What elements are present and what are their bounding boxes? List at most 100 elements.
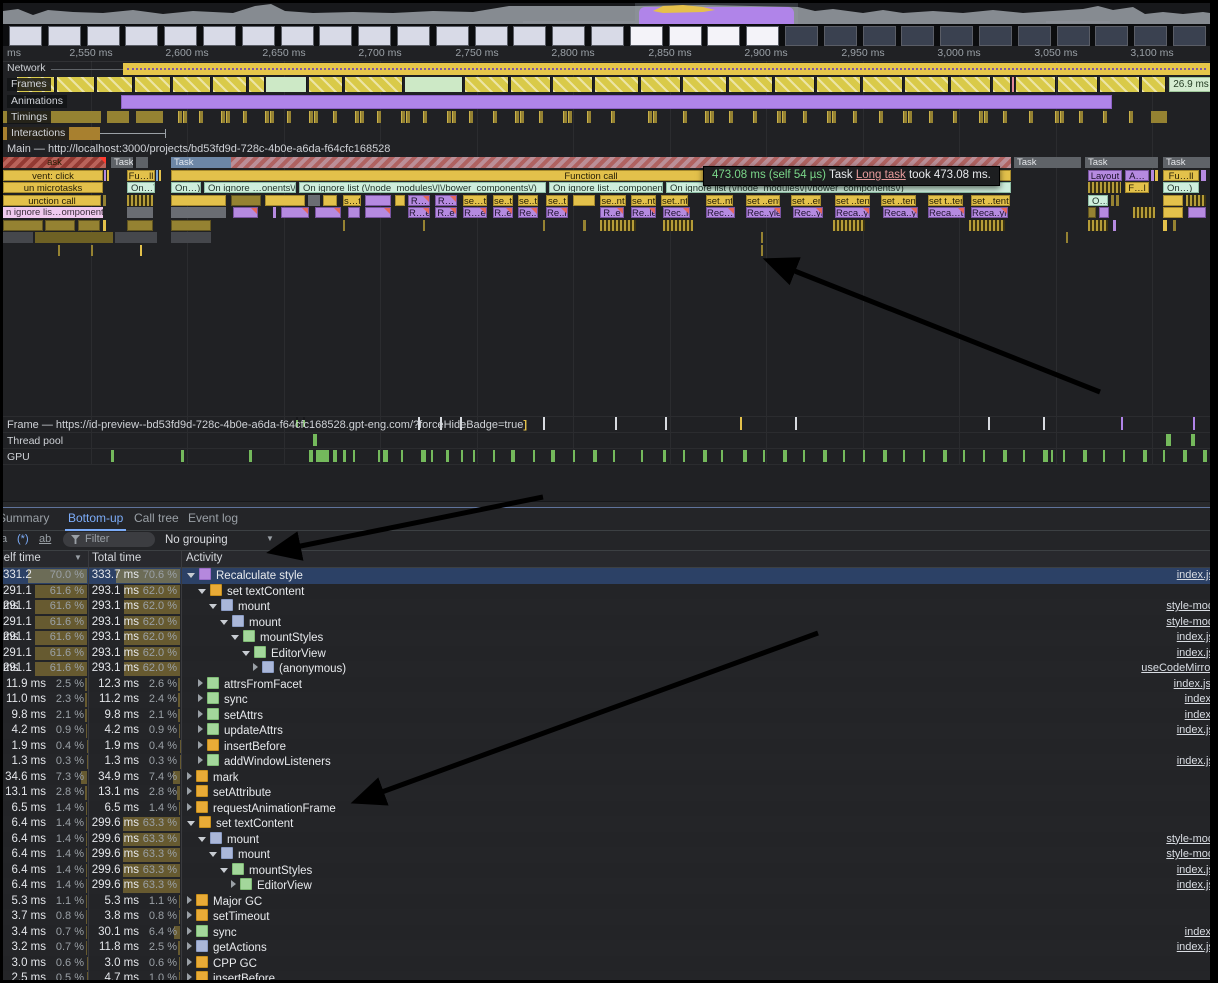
flame-bar[interactable] bbox=[1088, 182, 1121, 193]
gpu-bar[interactable] bbox=[683, 450, 685, 462]
gpu-bar[interactable] bbox=[783, 450, 787, 462]
timing-tick[interactable] bbox=[406, 111, 410, 123]
table-row[interactable]: 3.2 ms0.7 %11.8 ms2.5 %getActionsindex.j… bbox=[3, 940, 1210, 956]
timing-tick[interactable] bbox=[452, 111, 456, 123]
flame-bar[interactable] bbox=[1163, 207, 1183, 218]
gpu-bar[interactable] bbox=[641, 450, 643, 462]
timing-tick[interactable] bbox=[1055, 111, 1059, 123]
flame-bar[interactable] bbox=[78, 220, 100, 231]
table-row[interactable]: 331.2 ms70.0 %333.7 ms70.6 %Recalculate … bbox=[3, 568, 1210, 584]
tab-call-tree[interactable]: Call tree bbox=[131, 508, 182, 529]
collapse-triangle-icon[interactable] bbox=[198, 837, 206, 842]
flame-bar[interactable] bbox=[323, 195, 337, 206]
frame-cell[interactable] bbox=[683, 77, 727, 92]
source-location-link[interactable]: style-mod bbox=[1166, 615, 1210, 631]
sort-caret-icon[interactable]: ▼ bbox=[74, 553, 82, 562]
flame-bar[interactable]: Reca..yle bbox=[835, 207, 870, 218]
expand-triangle-icon[interactable] bbox=[187, 942, 192, 950]
timing-tick[interactable] bbox=[265, 111, 269, 123]
expand-triangle-icon[interactable] bbox=[187, 958, 192, 966]
screenshot-thumbnail[interactable] bbox=[785, 26, 818, 46]
expand-triangle-icon[interactable] bbox=[187, 927, 192, 935]
gpu-bar[interactable] bbox=[1123, 450, 1125, 462]
flame-bar[interactable] bbox=[1188, 207, 1206, 218]
timing-tick[interactable] bbox=[1060, 111, 1064, 123]
flame-bar[interactable] bbox=[315, 207, 341, 218]
column-divider[interactable] bbox=[181, 551, 182, 980]
screenshot-thumbnail[interactable] bbox=[48, 26, 81, 46]
flame-bar[interactable]: Rec..yle bbox=[793, 207, 823, 218]
gpu-bar[interactable] bbox=[1063, 450, 1065, 462]
flame-bar[interactable] bbox=[1111, 195, 1114, 206]
flame-bar[interactable] bbox=[833, 220, 865, 231]
flame-bar[interactable]: Rec..yle bbox=[746, 207, 781, 218]
frame-cell[interactable] bbox=[641, 77, 681, 92]
frame-cell[interactable] bbox=[465, 77, 509, 92]
frame-cell[interactable] bbox=[511, 77, 551, 92]
flame-bar[interactable]: Fu…ll bbox=[1163, 170, 1199, 181]
frames-track[interactable]: 26.9 ms bbox=[3, 77, 1210, 92]
gpu-bar[interactable] bbox=[343, 450, 346, 462]
flame-bar[interactable] bbox=[91, 245, 93, 256]
timing-tick[interactable] bbox=[753, 111, 757, 123]
flame-bar[interactable]: Task bbox=[111, 157, 133, 168]
flame-bar[interactable] bbox=[281, 207, 309, 218]
gpu-bar[interactable] bbox=[983, 450, 985, 462]
flame-bar[interactable] bbox=[663, 220, 693, 231]
collapse-triangle-icon[interactable] bbox=[187, 573, 195, 578]
timings-track-label[interactable]: Timings bbox=[7, 111, 51, 124]
flame-bar[interactable]: R..e bbox=[600, 207, 624, 218]
flame-bar[interactable] bbox=[573, 195, 595, 206]
frame-cell[interactable] bbox=[595, 77, 639, 92]
timing-tick[interactable] bbox=[611, 111, 615, 123]
timing-tick[interactable] bbox=[777, 111, 781, 123]
flame-bar[interactable]: se..nt bbox=[631, 195, 656, 206]
flame-bar[interactable] bbox=[600, 220, 636, 231]
flame-bar[interactable]: On…) bbox=[127, 182, 155, 193]
flame-bar[interactable]: Rec…le bbox=[706, 207, 735, 218]
gpu-bar[interactable] bbox=[431, 450, 433, 462]
timing-tick[interactable] bbox=[401, 111, 405, 123]
grouping-select[interactable]: No grouping bbox=[165, 534, 228, 546]
source-location-link[interactable]: useCodeMirror bbox=[1141, 661, 1210, 677]
screenshot-thumbnail[interactable] bbox=[513, 26, 546, 46]
flame-bar[interactable] bbox=[1163, 220, 1167, 231]
flame-bar[interactable]: unction call bbox=[3, 195, 101, 206]
table-row[interactable]: 291.1 ms61.6 %293.1 ms62.0 %mountStylesi… bbox=[3, 630, 1210, 646]
source-location-link[interactable]: index. bbox=[1185, 925, 1210, 941]
source-location-link[interactable]: index.js: bbox=[1174, 677, 1210, 693]
flame-bar[interactable]: R… bbox=[408, 195, 430, 206]
collapse-triangle-icon[interactable] bbox=[198, 589, 206, 594]
gpu-bar[interactable] bbox=[923, 450, 925, 462]
flame-bar[interactable]: set ..tent bbox=[971, 195, 1010, 206]
timing-tick[interactable] bbox=[178, 111, 182, 123]
table-row[interactable]: 1.9 ms0.4 %1.9 ms0.4 %insertBefore bbox=[3, 739, 1210, 755]
timing-tick[interactable] bbox=[493, 111, 497, 123]
collapse-triangle-icon[interactable] bbox=[187, 821, 195, 826]
flame-bar[interactable] bbox=[1133, 207, 1155, 218]
timing-tick[interactable] bbox=[903, 111, 907, 123]
flame-bar[interactable] bbox=[1163, 195, 1183, 206]
table-row[interactable]: 6.4 ms1.4 %299.6 ms63.3 %set textContent bbox=[3, 816, 1210, 832]
screenshot-thumbnail[interactable] bbox=[125, 26, 158, 46]
grouping-caret-icon[interactable]: ▼ bbox=[266, 534, 274, 543]
flame-bar[interactable]: set t..tent bbox=[928, 195, 963, 206]
table-row[interactable]: 6.4 ms1.4 %299.6 ms63.3 %EditorViewindex… bbox=[3, 878, 1210, 894]
timing-tick[interactable] bbox=[1103, 111, 1107, 123]
filter-input[interactable]: Filter bbox=[63, 532, 155, 547]
frame-cell[interactable] bbox=[1016, 77, 1056, 92]
table-row[interactable]: 3.0 ms0.6 %3.0 ms0.6 %CPP GC bbox=[3, 956, 1210, 972]
gpu-bar[interactable] bbox=[446, 450, 449, 462]
flame-bar[interactable]: R..e bbox=[493, 207, 513, 218]
frame-cell[interactable] bbox=[345, 77, 403, 92]
screenshot-thumbnail[interactable] bbox=[164, 26, 197, 46]
flame-bar[interactable]: Re..le bbox=[631, 207, 656, 218]
expand-triangle-icon[interactable] bbox=[198, 741, 203, 749]
timing-tick[interactable] bbox=[243, 111, 247, 123]
flame-bar[interactable]: ask bbox=[3, 157, 106, 168]
flame-bar[interactable] bbox=[171, 220, 211, 231]
timing-tick[interactable] bbox=[710, 111, 714, 123]
timing-tick[interactable] bbox=[377, 111, 381, 123]
timing-tick[interactable] bbox=[355, 111, 359, 123]
network-track-label[interactable]: Network bbox=[7, 62, 46, 75]
